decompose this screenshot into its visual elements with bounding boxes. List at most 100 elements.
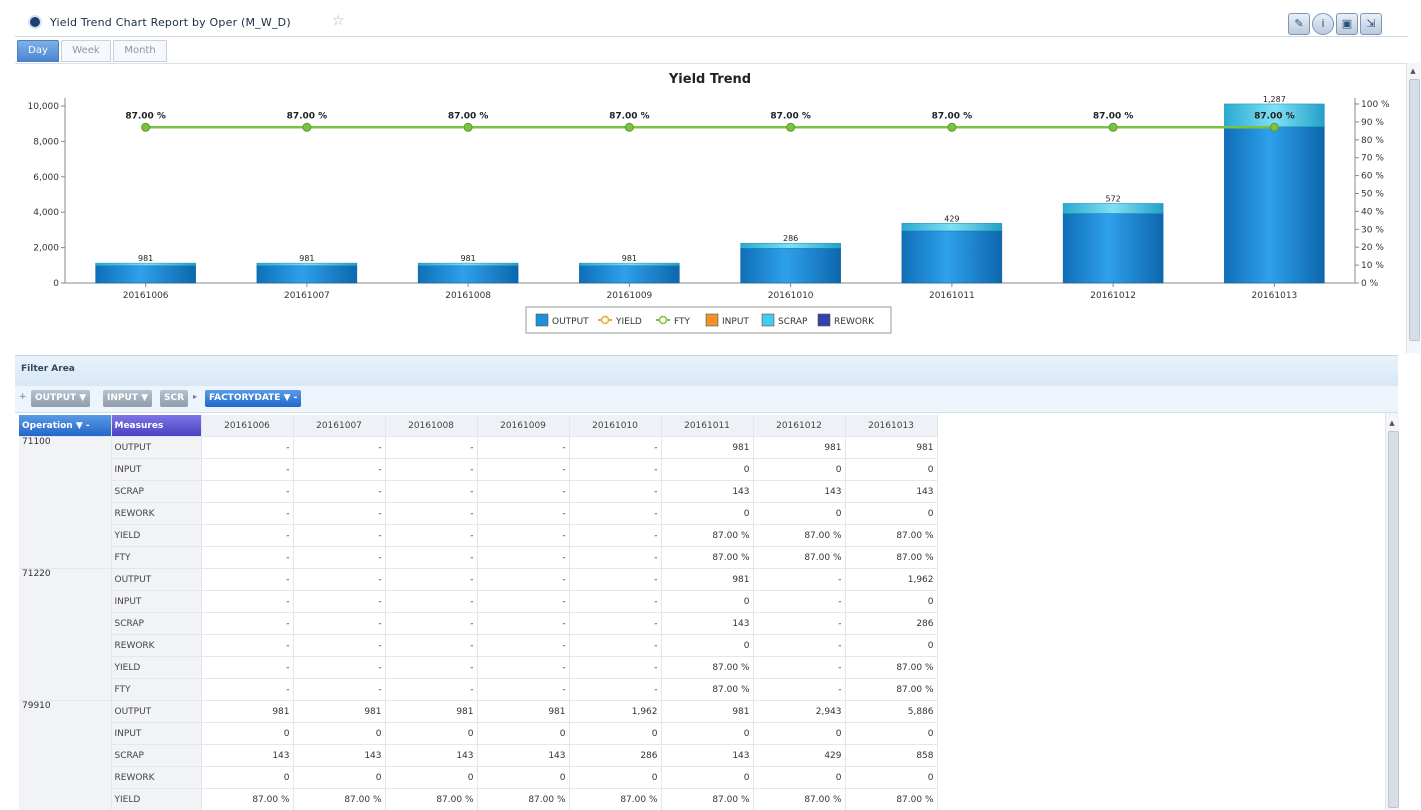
value-cell: - bbox=[293, 568, 386, 591]
measure-cell: SCRAP bbox=[111, 744, 202, 767]
value-cell: - bbox=[569, 656, 662, 679]
measure-cell: YIELD bbox=[111, 656, 202, 679]
value-cell: - bbox=[293, 678, 386, 701]
table-row: REWORK - - - - -0 0 0 bbox=[19, 502, 938, 525]
value-cell: 87.00 % bbox=[477, 788, 570, 810]
bar-output bbox=[740, 248, 841, 284]
save-icon[interactable]: ▣ bbox=[1336, 13, 1358, 35]
value-cell: - bbox=[753, 590, 846, 613]
measure-cell: YIELD bbox=[111, 524, 202, 547]
value-cell: 981 bbox=[661, 568, 754, 591]
value-cell: - bbox=[569, 436, 662, 459]
y-tick-label-right: 30 % bbox=[1361, 225, 1384, 235]
operation-cell: 71220 bbox=[19, 568, 112, 701]
page-title: Yield Trend Chart Report by Oper (M_W_D) bbox=[50, 16, 291, 29]
fty-point bbox=[1269, 122, 1279, 132]
value-cell: 0 bbox=[661, 458, 754, 481]
operation-cell: 79910 bbox=[19, 700, 112, 810]
value-cell: - bbox=[293, 502, 386, 525]
value-cell: - bbox=[201, 656, 294, 679]
table-row: INPUT - - - - -0 0 0 bbox=[19, 458, 938, 481]
value-cell: - bbox=[477, 678, 570, 701]
fty-point bbox=[1108, 122, 1118, 132]
tab-week[interactable]: Week bbox=[61, 40, 111, 62]
value-cell: - bbox=[385, 656, 478, 679]
legend-label: YIELD bbox=[615, 317, 642, 327]
value-cell: 981 bbox=[477, 700, 570, 723]
filter-pill-scrap[interactable]: SCR bbox=[160, 390, 189, 407]
x-tick-label: 20161009 bbox=[606, 291, 652, 301]
value-cell: 0 bbox=[845, 502, 938, 525]
chart-scrollbar[interactable]: ▲ bbox=[1406, 63, 1420, 353]
column-header: 20161010 bbox=[569, 415, 662, 437]
grid-scroll-thumb[interactable] bbox=[1388, 431, 1399, 808]
value-cell: 0 bbox=[753, 766, 846, 789]
table-row: INPUT - - - - -0-0 bbox=[19, 590, 938, 613]
value-cell: 0 bbox=[845, 766, 938, 789]
scroll-up-icon[interactable]: ▲ bbox=[1388, 419, 1396, 427]
value-cell: - bbox=[477, 546, 570, 569]
value-cell: - bbox=[201, 480, 294, 503]
measure-cell: INPUT bbox=[111, 722, 202, 745]
legend-label: INPUT bbox=[722, 317, 749, 327]
x-tick-label: 20161013 bbox=[1251, 291, 1297, 301]
filter-pill-output[interactable]: OUTPUT ▼ bbox=[31, 390, 91, 407]
value-cell: - bbox=[477, 524, 570, 547]
filter-pill-input[interactable]: INPUT ▼ bbox=[103, 390, 152, 407]
value-cell: 143 bbox=[385, 744, 478, 767]
value-cell: 0 bbox=[385, 766, 478, 789]
value-cell: - bbox=[201, 634, 294, 657]
tab-day[interactable]: Day bbox=[17, 40, 59, 62]
measures-header[interactable]: Measures bbox=[111, 415, 202, 437]
filter-icon: ▼ bbox=[79, 393, 87, 403]
value-cell: - bbox=[385, 524, 478, 547]
value-cell: - bbox=[385, 590, 478, 613]
y-tick-label-right: 0 % bbox=[1361, 279, 1379, 289]
fty-point bbox=[463, 122, 473, 132]
export-icon[interactable]: ⇲ bbox=[1360, 13, 1382, 35]
value-cell: - bbox=[385, 612, 478, 635]
info-icon[interactable]: i bbox=[1312, 13, 1334, 35]
value-cell: - bbox=[569, 634, 662, 657]
legend-swatch bbox=[761, 313, 775, 327]
filter-icon: ▼ bbox=[141, 393, 148, 403]
star-icon[interactable]: ☆ bbox=[332, 13, 345, 29]
value-cell: 143 bbox=[477, 744, 570, 767]
value-cell: - bbox=[293, 590, 386, 613]
value-cell: - bbox=[385, 480, 478, 503]
filter-pill-factorydate[interactable]: FACTORYDATE ▼ - bbox=[205, 390, 302, 407]
value-cell: 87.00 % bbox=[753, 546, 846, 569]
bar-data-label: 981 bbox=[138, 254, 153, 263]
value-cell: 0 bbox=[661, 502, 754, 525]
value-cell: 0 bbox=[293, 766, 386, 789]
grid-scrollbar[interactable]: ▲ bbox=[1385, 413, 1399, 810]
fty-point bbox=[624, 122, 634, 132]
measure-cell: INPUT bbox=[111, 590, 202, 613]
line-data-label: 87.00 % bbox=[125, 111, 166, 121]
legend-swatch bbox=[535, 313, 549, 327]
measure-cell: SCRAP bbox=[111, 612, 202, 635]
y-tick-label-right: 70 % bbox=[1361, 154, 1384, 164]
x-tick-label: 20161006 bbox=[123, 291, 169, 301]
tab-month[interactable]: Month bbox=[113, 40, 167, 62]
chart-scroll-thumb[interactable] bbox=[1409, 79, 1420, 341]
measure-cell: REWORK bbox=[111, 502, 202, 525]
operation-header[interactable]: Operation ▼ - bbox=[19, 415, 112, 437]
value-cell: 143 bbox=[293, 744, 386, 767]
value-cell: - bbox=[293, 524, 386, 547]
value-cell: 143 bbox=[753, 480, 846, 503]
legend-label: REWORK bbox=[834, 317, 875, 327]
value-cell: - bbox=[753, 568, 846, 591]
edit-icon[interactable]: ✎ bbox=[1288, 13, 1310, 35]
value-cell: 1,962 bbox=[569, 700, 662, 723]
table-row: FTY - - - - -87.00 % 87.00 % 87.00 % bbox=[19, 546, 938, 569]
expand-icon[interactable]: + bbox=[19, 392, 27, 402]
value-cell: - bbox=[201, 678, 294, 701]
value-cell: - bbox=[569, 678, 662, 701]
y-tick-label-right: 60 % bbox=[1361, 172, 1384, 182]
value-cell: 0 bbox=[753, 502, 846, 525]
y-tick-label-left: 6,000 bbox=[33, 173, 59, 183]
legend-marker bbox=[658, 315, 668, 325]
scroll-up-icon[interactable]: ▲ bbox=[1409, 67, 1417, 75]
x-tick-label: 20161007 bbox=[284, 291, 330, 301]
